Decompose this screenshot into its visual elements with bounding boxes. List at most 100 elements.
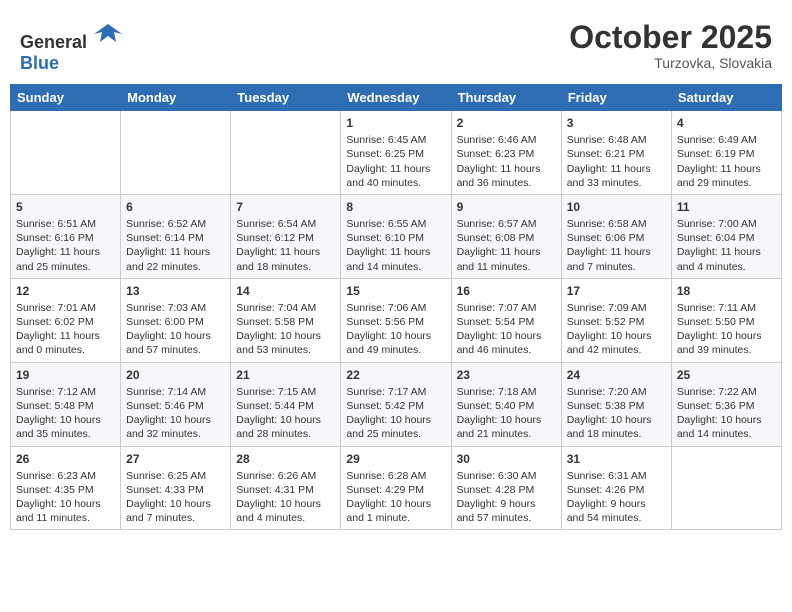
day-info: Sunrise: 6:28 AMSunset: 4:29 PMDaylight:… (346, 469, 445, 526)
day-number: 13 (126, 283, 225, 299)
day-info: Sunrise: 7:09 AMSunset: 5:52 PMDaylight:… (567, 301, 666, 358)
day-info: Sunrise: 6:30 AMSunset: 4:28 PMDaylight:… (457, 469, 556, 526)
day-number: 3 (567, 115, 666, 131)
calendar-cell: 15Sunrise: 7:06 AMSunset: 5:56 PMDayligh… (341, 278, 451, 362)
calendar-cell (121, 111, 231, 195)
location: Turzovka, Slovakia (569, 55, 772, 71)
day-number: 15 (346, 283, 445, 299)
day-info: Sunrise: 6:26 AMSunset: 4:31 PMDaylight:… (236, 469, 335, 526)
day-info: Sunrise: 7:11 AMSunset: 5:50 PMDaylight:… (677, 301, 776, 358)
calendar-cell: 22 Sunrise: 7:17 AMSunset: 5:42 PMDayligh… (341, 362, 451, 446)
calendar-cell: 5 Sunrise: 6:51 AMSunset: 6:16 PMDaylight… (11, 194, 121, 278)
calendar-cell: 20Sunrise: 7:14 AMSunset: 5:46 PMDayligh… (121, 362, 231, 446)
calendar-cell: 29 Sunrise: 6:28 AMSunset: 4:29 PMDayligh… (341, 446, 451, 530)
day-info: Sunrise: 7:15 AMSunset: 5:44 PMDaylight:… (236, 385, 335, 442)
day-info: Sunrise: 7:18 AMSunset: 5:40 PMDaylight:… (457, 385, 556, 442)
calendar-cell: 27 Sunrise: 6:25 AMSunset: 4:33 PMDayligh… (121, 446, 231, 530)
calendar-cell: 11 Sunrise: 7:00 AMSunset: 6:04 PMDayligh… (671, 194, 781, 278)
day-number: 7 (236, 199, 335, 215)
day-info: Sunrise: 6:46 AMSunset: 6:23 PMDaylight:… (457, 133, 556, 190)
calendar-cell: 30 Sunrise: 6:30 AMSunset: 4:28 PMDayligh… (451, 446, 561, 530)
day-number: 23 (457, 367, 556, 383)
calendar-cell: 25 Sunrise: 7:22 AMSunset: 5:36 PMDayligh… (671, 362, 781, 446)
page-header: General Blue October 2025 Turzovka, Slov… (10, 10, 782, 79)
day-number: 26 (16, 451, 115, 467)
calendar-week-row: 19 Sunrise: 7:12 AMSunset: 5:48 PMDayligh… (11, 362, 782, 446)
day-info: Sunrise: 7:01 AMSunset: 6:02 PMDaylight:… (16, 301, 115, 358)
day-info: Sunrise: 6:52 AMSunset: 6:14 PMDaylight:… (126, 217, 225, 274)
calendar-table: SundayMondayTuesdayWednesdayThursdayFrid… (10, 84, 782, 530)
day-number: 11 (677, 199, 776, 215)
day-number: 21 (236, 367, 335, 383)
day-info: Sunrise: 6:58 AMSunset: 6:06 PMDaylight:… (567, 217, 666, 274)
calendar-cell: 13 Sunrise: 7:03 AMSunset: 6:00 PMDayligh… (121, 278, 231, 362)
calendar-cell: 16 Sunrise: 7:07 AMSunset: 5:54 PMDayligh… (451, 278, 561, 362)
day-info: Sunrise: 7:20 AMSunset: 5:38 PMDaylight:… (567, 385, 666, 442)
day-info: Sunrise: 7:12 AMSunset: 5:48 PMDaylight:… (16, 385, 115, 442)
day-number: 14 (236, 283, 335, 299)
calendar-cell (11, 111, 121, 195)
day-number: 10 (567, 199, 666, 215)
day-number: 20 (126, 367, 225, 383)
day-number: 30 (457, 451, 556, 467)
calendar-cell (231, 111, 341, 195)
calendar-cell: 1Sunrise: 6:45 AMSunset: 6:25 PMDaylight… (341, 111, 451, 195)
calendar-cell: 4 Sunrise: 6:49 AMSunset: 6:19 PMDaylight… (671, 111, 781, 195)
calendar-cell: 14Sunrise: 7:04 AMSunset: 5:58 PMDayligh… (231, 278, 341, 362)
day-info: Sunrise: 6:55 AMSunset: 6:10 PMDaylight:… (346, 217, 445, 274)
day-number: 27 (126, 451, 225, 467)
logo: General Blue (20, 20, 122, 74)
weekday-header-friday: Friday (561, 85, 671, 111)
day-number: 19 (16, 367, 115, 383)
day-number: 24 (567, 367, 666, 383)
day-number: 2 (457, 115, 556, 131)
calendar-cell: 17 Sunrise: 7:09 AMSunset: 5:52 PMDayligh… (561, 278, 671, 362)
day-number: 4 (677, 115, 776, 131)
calendar-cell: 24 Sunrise: 7:20 AMSunset: 5:38 PMDayligh… (561, 362, 671, 446)
weekday-header-wednesday: Wednesday (341, 85, 451, 111)
day-info: Sunrise: 7:17 AMSunset: 5:42 PMDaylight:… (346, 385, 445, 442)
calendar-cell: 23 Sunrise: 7:18 AMSunset: 5:40 PMDayligh… (451, 362, 561, 446)
day-info: Sunrise: 7:07 AMSunset: 5:54 PMDaylight:… (457, 301, 556, 358)
calendar-cell: 7 Sunrise: 6:54 AMSunset: 6:12 PMDaylight… (231, 194, 341, 278)
calendar-cell: 12 Sunrise: 7:01 AMSunset: 6:02 PMDayligh… (11, 278, 121, 362)
day-number: 29 (346, 451, 445, 467)
day-info: Sunrise: 6:25 AMSunset: 4:33 PMDaylight:… (126, 469, 225, 526)
day-info: Sunrise: 7:00 AMSunset: 6:04 PMDaylight:… (677, 217, 776, 274)
day-info: Sunrise: 6:51 AMSunset: 6:16 PMDaylight:… (16, 217, 115, 274)
calendar-week-row: 5 Sunrise: 6:51 AMSunset: 6:16 PMDaylight… (11, 194, 782, 278)
day-info: Sunrise: 7:03 AMSunset: 6:00 PMDaylight:… (126, 301, 225, 358)
calendar-cell: 19 Sunrise: 7:12 AMSunset: 5:48 PMDayligh… (11, 362, 121, 446)
day-number: 25 (677, 367, 776, 383)
calendar-cell: 2 Sunrise: 6:46 AMSunset: 6:23 PMDaylight… (451, 111, 561, 195)
day-number: 22 (346, 367, 445, 383)
calendar-week-row: 1Sunrise: 6:45 AMSunset: 6:25 PMDaylight… (11, 111, 782, 195)
calendar-cell: 3Sunrise: 6:48 AMSunset: 6:21 PMDaylight… (561, 111, 671, 195)
day-number: 6 (126, 199, 225, 215)
day-number: 16 (457, 283, 556, 299)
day-number: 28 (236, 451, 335, 467)
calendar-cell: 10 Sunrise: 6:58 AMSunset: 6:06 PMDayligh… (561, 194, 671, 278)
calendar-cell: 6 Sunrise: 6:52 AMSunset: 6:14 PMDaylight… (121, 194, 231, 278)
day-number: 1 (346, 115, 445, 131)
weekday-header-saturday: Saturday (671, 85, 781, 111)
day-info: Sunrise: 6:31 AMSunset: 4:26 PMDaylight:… (567, 469, 666, 526)
weekday-header-monday: Monday (121, 85, 231, 111)
calendar-cell: 28 Sunrise: 6:26 AMSunset: 4:31 PMDayligh… (231, 446, 341, 530)
day-info: Sunrise: 7:22 AMSunset: 5:36 PMDaylight:… (677, 385, 776, 442)
day-info: Sunrise: 6:54 AMSunset: 6:12 PMDaylight:… (236, 217, 335, 274)
day-number: 17 (567, 283, 666, 299)
day-number: 18 (677, 283, 776, 299)
day-number: 12 (16, 283, 115, 299)
calendar-cell: 31 Sunrise: 6:31 AMSunset: 4:26 PMDayligh… (561, 446, 671, 530)
day-number: 31 (567, 451, 666, 467)
logo-general: General (20, 32, 87, 52)
day-number: 9 (457, 199, 556, 215)
day-number: 5 (16, 199, 115, 215)
weekday-header-sunday: Sunday (11, 85, 121, 111)
title-block: October 2025 Turzovka, Slovakia (569, 20, 772, 71)
day-info: Sunrise: 6:49 AMSunset: 6:19 PMDaylight:… (677, 133, 776, 190)
calendar-cell: 21 Sunrise: 7:15 AMSunset: 5:44 PMDayligh… (231, 362, 341, 446)
calendar-cell: 9Sunrise: 6:57 AMSunset: 6:08 PMDaylight… (451, 194, 561, 278)
month-title: October 2025 (569, 20, 772, 55)
